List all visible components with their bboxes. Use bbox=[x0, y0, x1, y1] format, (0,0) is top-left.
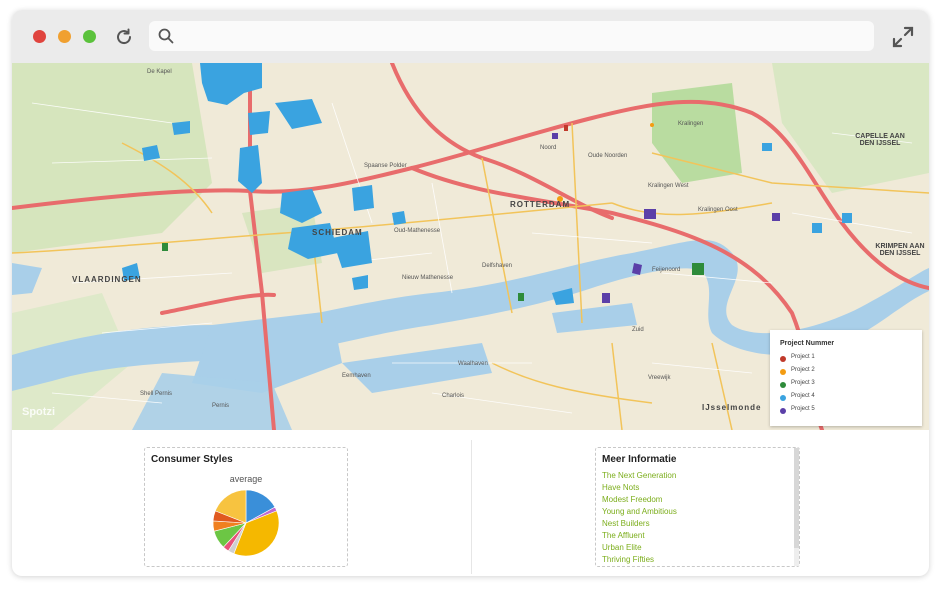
map-label-capelle: CAPELLE AAN DEN IJSSEL bbox=[855, 133, 905, 147]
map-label-nieuw-mathenesse: Nieuw Mathenesse bbox=[402, 275, 454, 281]
map-label-de-kapel: De Kapel bbox=[147, 69, 172, 75]
map-label-kralingen: Kralingen bbox=[678, 121, 704, 127]
map-label-waalhaven: Waalhaven bbox=[458, 361, 488, 367]
map-label-spaanse-polder: Spaanse Polder bbox=[364, 163, 407, 169]
map-label-krimpen: KRIMPEN AAN DEN IJSSEL bbox=[875, 243, 925, 257]
legend-label: Project 3 bbox=[791, 380, 815, 386]
address-bar[interactable] bbox=[149, 21, 874, 51]
info-link[interactable]: The Next Generation bbox=[602, 471, 676, 480]
info-scrollbar[interactable] bbox=[794, 448, 799, 566]
map-legend: Project Nummer Project 1 Project 2 Proje… bbox=[770, 330, 922, 426]
meer-informatie-title: Meer Informatie bbox=[602, 454, 677, 465]
map-view[interactable]: De Kapel VLAARDINGEN SCHIEDAM ROTTERDAM … bbox=[12, 63, 929, 430]
info-link[interactable]: Young and Ambitious bbox=[602, 507, 677, 516]
map-label-rotterdam: ROTTERDAM bbox=[510, 200, 571, 209]
map-label-kralingen-west: Kralingen West bbox=[648, 183, 689, 189]
map-label-vlaardingen: VLAARDINGEN bbox=[72, 275, 142, 284]
meer-informatie-panel: Meer Informatie The Next Generation Have… bbox=[595, 447, 800, 567]
legend-swatch bbox=[780, 408, 786, 414]
info-link[interactable]: Thriving Fifties bbox=[602, 555, 654, 564]
map-label-feijenoord: Feijenoord bbox=[652, 267, 681, 273]
map-label-schiedam: SCHIEDAM bbox=[312, 228, 363, 237]
legend-label: Project 1 bbox=[791, 354, 815, 360]
info-link[interactable]: Urban Elite bbox=[602, 543, 642, 552]
reload-icon[interactable] bbox=[113, 26, 135, 48]
maximize-window-button[interactable] bbox=[83, 30, 96, 43]
info-link[interactable]: The Affluent bbox=[602, 531, 645, 540]
map-label-oud-mathenesse: Oud-Mathenesse bbox=[394, 228, 441, 234]
legend-title: Project Nummer bbox=[780, 340, 835, 347]
browser-toolbar bbox=[12, 10, 929, 63]
consumer-styles-panel: Consumer Styles average bbox=[144, 447, 348, 567]
legend-swatch bbox=[780, 395, 786, 401]
map-label-kralingen-oost: Kralingen Oost bbox=[698, 207, 738, 213]
legend-swatch bbox=[780, 369, 786, 375]
legend-swatch bbox=[780, 356, 786, 362]
map-label-pernis: Pernis bbox=[212, 403, 230, 409]
close-window-button[interactable] bbox=[33, 30, 46, 43]
minimize-window-button[interactable] bbox=[58, 30, 71, 43]
legend-label: Project 2 bbox=[791, 367, 815, 373]
legend-label: Project 4 bbox=[791, 393, 815, 399]
map-label-shell-pernis: Shell Pernis bbox=[140, 391, 173, 397]
info-link[interactable]: Have Nots bbox=[602, 483, 639, 492]
consumer-styles-pie-chart[interactable] bbox=[145, 448, 347, 566]
info-link[interactable]: Nest Builders bbox=[602, 519, 650, 528]
legend-swatch bbox=[780, 382, 786, 388]
search-icon bbox=[158, 28, 174, 44]
info-link[interactable]: Modest Freedom bbox=[602, 495, 662, 504]
map-watermark: Spotzi bbox=[22, 406, 55, 418]
info-scrollbar-thumb[interactable] bbox=[794, 448, 799, 548]
legend-label: Project 5 bbox=[791, 406, 815, 412]
panel-divider bbox=[471, 440, 472, 574]
map-label-ijsselmonde: IJsselmonde bbox=[702, 403, 762, 412]
map-label-zuid: Zuid bbox=[632, 327, 644, 333]
map-label-charlois: Charlois bbox=[442, 393, 465, 399]
map-label-oude-noorden: Oude Noorden bbox=[588, 153, 628, 159]
map-label-delfshaven: Delfshaven bbox=[482, 263, 513, 269]
map-label-eemhaven: Eemhaven bbox=[342, 373, 371, 379]
map-label-noord: Noord bbox=[540, 145, 557, 151]
browser-window: De Kapel VLAARDINGEN SCHIEDAM ROTTERDAM … bbox=[12, 10, 929, 576]
map-label-vreewijk: Vreewijk bbox=[648, 375, 671, 381]
expand-icon[interactable] bbox=[890, 24, 916, 50]
